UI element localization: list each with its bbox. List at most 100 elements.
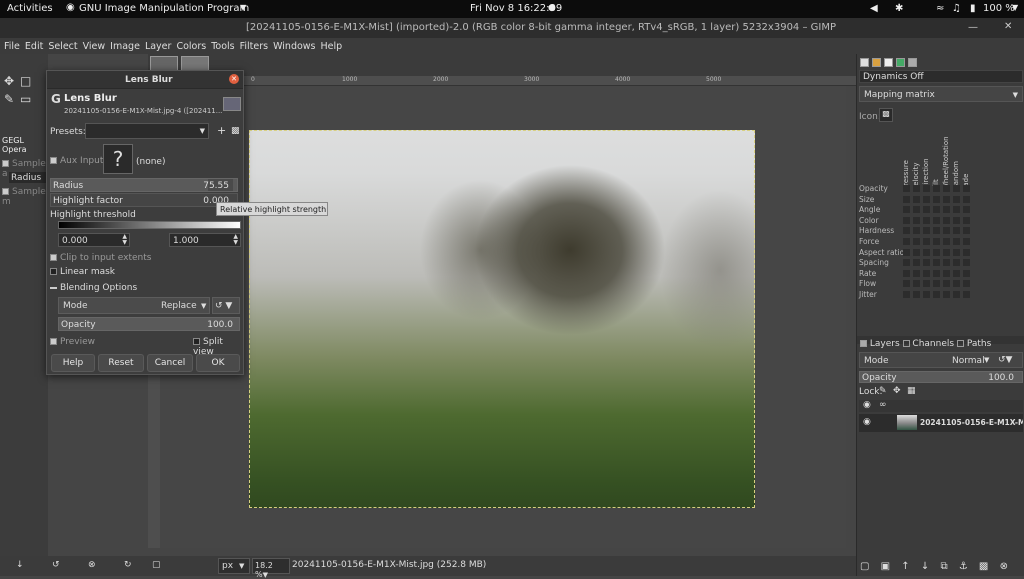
dynamics-cell[interactable]	[913, 216, 920, 224]
delete-layer-icon[interactable]: ⊗	[1000, 561, 1008, 572]
mask-layer-icon[interactable]: ▩	[979, 561, 988, 572]
dynamics-cell[interactable]	[923, 227, 930, 235]
activities-button[interactable]: Activities	[7, 3, 53, 14]
dynamics-cell[interactable]	[953, 290, 960, 298]
dynamics-cell[interactable]	[933, 185, 940, 192]
opacity-slider[interactable]: Opacity 100.0	[58, 317, 240, 331]
left-option-radius[interactable]: Radius	[9, 172, 49, 183]
dynamics-cell[interactable]	[923, 216, 930, 224]
mode-dropdown[interactable]: Mode Replace ▼	[58, 297, 210, 314]
dynamics-cell[interactable]	[903, 269, 910, 277]
dynamics-cell[interactable]	[933, 290, 940, 298]
lock-pixels-icon[interactable]: ✎	[879, 386, 887, 396]
dynamics-cell[interactable]	[903, 195, 910, 203]
dynamics-cell[interactable]	[913, 290, 920, 298]
dynamics-cell[interactable]	[953, 280, 960, 288]
cancel-button[interactable]: Cancel	[147, 354, 193, 372]
spin-icon[interactable]: ▲ ▼	[122, 234, 127, 246]
dynamics-cell[interactable]	[953, 259, 960, 267]
dynamics-cell[interactable]	[903, 280, 910, 288]
dynamics-cell[interactable]	[923, 269, 930, 277]
dynamics-cell[interactable]	[953, 195, 960, 203]
dynamics-cell[interactable]	[933, 216, 940, 224]
menu-file[interactable]: File	[4, 41, 20, 52]
dynamics-cell[interactable]	[963, 237, 970, 245]
raise-layer-icon[interactable]: ↑	[901, 561, 909, 572]
dynamics-cell[interactable]	[913, 195, 920, 203]
dynamics-cell[interactable]	[963, 280, 970, 288]
close-window-icon[interactable]: ✕	[1004, 21, 1012, 32]
menu-windows[interactable]: Windows	[273, 41, 315, 52]
dynamics-cell[interactable]	[933, 280, 940, 288]
dynamics-cell[interactable]	[903, 216, 910, 224]
dynamics-cell[interactable]	[963, 185, 970, 192]
layer-name[interactable]: 20241105-0156-E-M1X-Mist.jpg	[920, 418, 1023, 427]
eraser-tool-icon[interactable]: ▭	[20, 92, 31, 106]
add-preset-icon[interactable]: +	[217, 124, 226, 137]
unit-selector[interactable]: px ▼	[218, 558, 250, 574]
layer-row[interactable]: ◉ 20241105-0156-E-M1X-Mist.jpg	[859, 414, 1023, 432]
export-icon[interactable]: ↓	[16, 560, 24, 570]
new-layer-icon[interactable]: ▢	[860, 561, 869, 572]
mapping-matrix-dropdown[interactable]: Mapping matrix ▼	[859, 86, 1023, 102]
dynamics-cell[interactable]	[933, 195, 940, 203]
threshold-high-field[interactable]: 1.000 ▲ ▼	[169, 233, 241, 247]
dynamics-cell[interactable]	[903, 290, 910, 298]
dynamics-cell[interactable]	[913, 280, 920, 288]
threshold-gradient[interactable]	[58, 221, 241, 229]
dynamics-cell[interactable]	[923, 259, 930, 267]
dynamics-cell[interactable]	[963, 290, 970, 298]
preset-menu-icon[interactable]: ▩	[231, 126, 240, 136]
accessibility-icon[interactable]: ✱	[895, 3, 903, 14]
dynamics-cell[interactable]	[953, 216, 960, 224]
threshold-low-field[interactable]: 0.000 ▲ ▼	[58, 233, 130, 247]
dynamics-cell[interactable]	[923, 248, 930, 256]
menu-filters[interactable]: Filters	[240, 41, 268, 52]
highlight-factor-slider[interactable]: Highlight factor 0.000	[50, 193, 238, 207]
lock-alpha-icon[interactable]: ▦	[907, 386, 916, 396]
dynamics-cell[interactable]	[963, 259, 970, 267]
layer-visibility-icon[interactable]: ◉	[863, 417, 871, 427]
aux-input-checkbox[interactable]: Aux Input	[50, 156, 103, 166]
dynamics-cell[interactable]	[933, 248, 940, 256]
dynamics-cell[interactable]	[953, 206, 960, 214]
horizontal-ruler[interactable]: 0 1000 2000 3000 4000 5000	[160, 76, 856, 86]
dynamics-cell[interactable]	[943, 290, 950, 298]
linear-mask-checkbox[interactable]: Linear mask	[50, 267, 115, 277]
image-canvas[interactable]	[249, 130, 755, 508]
anchor-layer-icon[interactable]: ⚓	[959, 561, 968, 572]
dynamics-cell[interactable]	[933, 269, 940, 277]
app-menu-button[interactable]: GNU Image Manipulation Program	[79, 3, 249, 14]
help-button[interactable]: Help	[51, 354, 95, 372]
dynamics-cell[interactable]	[903, 248, 910, 256]
rect-select-tool-icon[interactable]: □	[20, 74, 31, 88]
dynamics-cell[interactable]	[963, 269, 970, 277]
dynamics-cell[interactable]	[953, 227, 960, 235]
dynamics-cell[interactable]	[963, 195, 970, 203]
document-tab-icon[interactable]	[895, 58, 905, 67]
dynamics-cell[interactable]	[913, 237, 920, 245]
layer-mode-dropdown[interactable]: Mode Normal ▼ ↺▼	[859, 352, 1023, 368]
composite-mode-button[interactable]: ↺ ▼	[212, 297, 240, 314]
dynamics-cell[interactable]	[943, 269, 950, 277]
minimize-icon[interactable]: —	[968, 22, 978, 33]
dynamics-cell[interactable]	[933, 206, 940, 214]
preview-checkbox[interactable]: Preview	[50, 337, 95, 347]
dynamics-tab-icon[interactable]	[907, 58, 917, 67]
new-group-icon[interactable]: ▣	[881, 561, 890, 572]
dynamics-cell[interactable]	[943, 206, 950, 214]
dynamics-cell[interactable]	[943, 248, 950, 256]
menu-edit[interactable]: Edit	[25, 41, 43, 52]
duplicate-layer-icon[interactable]: ⧉	[940, 561, 947, 572]
dynamics-cell[interactable]	[933, 237, 940, 245]
reset-button[interactable]: Reset	[98, 354, 144, 372]
gegl-tab[interactable]: GEGL Opera	[2, 136, 48, 154]
dynamics-cell[interactable]	[953, 269, 960, 277]
reset-icon[interactable]: ↻	[124, 560, 132, 570]
battery-icon[interactable]: ▮	[970, 3, 976, 14]
spin-icon[interactable]: ▲ ▼	[233, 234, 238, 246]
radius-slider[interactable]: Radius 75.55	[50, 178, 238, 192]
lower-layer-icon[interactable]: ↓	[921, 561, 929, 572]
menu-view[interactable]: View	[83, 41, 106, 52]
dynamics-cell[interactable]	[933, 259, 940, 267]
